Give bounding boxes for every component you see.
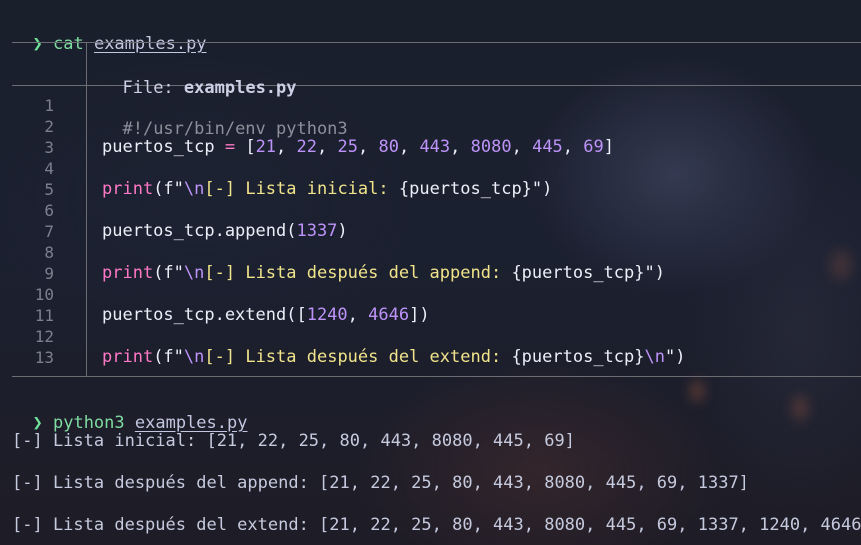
line-number: 8 xyxy=(44,243,54,262)
number-literal: 445 xyxy=(532,137,563,157)
paren-close: ) xyxy=(337,221,348,241)
code-line-7: puertos_tcp.append(1337) xyxy=(102,219,348,243)
line-number: 12 xyxy=(34,327,54,346)
line-number: 11 xyxy=(34,306,54,325)
number-literal: 8080 xyxy=(470,137,512,157)
number-literal: 69 xyxy=(583,137,604,157)
fstring-open: (f" xyxy=(153,263,184,283)
escape-newline: \n xyxy=(183,347,205,367)
code-line-11: puertos_tcp.extend([1240, 4646]) xyxy=(102,305,430,325)
string-literal: [-] Lista después del extend: xyxy=(204,347,512,367)
number-literal: 1337 xyxy=(296,221,338,241)
interpolation: {puertos_tcp} xyxy=(398,179,532,199)
fstring-close: ") xyxy=(664,347,686,367)
file-header: File: examples.py xyxy=(102,52,296,98)
prompt-line-python3: ❯ python3 examples.py xyxy=(12,387,247,433)
output-line: [-] Lista inicial: [21, 22, 25, 80, 443,… xyxy=(12,431,575,451)
line-number: 13 xyxy=(34,348,54,367)
line-number: 5 xyxy=(44,180,54,199)
bracket-close: ] xyxy=(603,137,615,157)
number-literal: 1240 xyxy=(306,305,348,325)
line-number: 7 xyxy=(44,222,54,241)
fstring-close: ") xyxy=(531,179,553,199)
prompt-arrow-icon: ❯ xyxy=(32,34,43,54)
command-name: cat xyxy=(52,34,84,54)
line-number: 3 xyxy=(44,138,54,157)
wallpaper-glow xyxy=(792,395,808,421)
code-line-9: print(f"\n[-] Lista después del append: … xyxy=(102,261,665,285)
frame-gutter-rule xyxy=(86,43,87,376)
code-line-5: print(f"\n[-] Lista inicial: {puertos_tc… xyxy=(102,177,552,201)
line-number: 1 xyxy=(44,96,54,115)
output-line: [-] Lista después del extend: [21, 22, 2… xyxy=(12,515,861,535)
wallpaper-glow xyxy=(690,380,704,402)
escape-newline: \n xyxy=(644,347,665,367)
frame-top-rule xyxy=(12,42,861,43)
number-literal: 22 xyxy=(296,137,318,157)
print-keyword: print xyxy=(102,179,154,199)
interpolation: {puertos_tcp} xyxy=(511,263,645,283)
number-literal: 21 xyxy=(255,137,277,157)
fstring-open: (f" xyxy=(153,347,184,367)
assign-operator: = xyxy=(224,137,236,157)
number-literal: 443 xyxy=(419,137,451,157)
number-literal: 4646 xyxy=(368,305,410,325)
interpolation: {puertos_tcp} xyxy=(511,347,645,367)
line-number: 6 xyxy=(44,201,54,220)
string-literal: [-] Lista inicial: xyxy=(204,179,399,199)
escape-newline: \n xyxy=(183,179,205,199)
fstring-open: (f" xyxy=(153,179,184,199)
frame-bottom-rule xyxy=(12,376,861,377)
code-line-13: print(f"\n[-] Lista después del extend: … xyxy=(102,345,685,369)
fstring-close: ") xyxy=(644,263,665,283)
line-number: 4 xyxy=(44,159,54,178)
prompt-line-cat: ❯ cat examples.py xyxy=(12,8,206,54)
print-keyword: print xyxy=(102,347,154,367)
number-literal: 25 xyxy=(337,137,358,157)
output-line: [-] Lista después del append: [21, 22, 2… xyxy=(12,473,749,493)
code-line-3: puertos_tcp = [21, 22, 25, 80, 443, 8080… xyxy=(102,137,615,157)
print-keyword: print xyxy=(102,263,154,283)
code-line-1: #!/usr/bin/env python3 xyxy=(102,93,347,139)
wallpaper-glow xyxy=(830,250,852,280)
method-call: puertos_tcp.extend([ xyxy=(102,305,307,325)
variable-name: puertos_tcp xyxy=(102,137,225,157)
method-call: puertos_tcp.append( xyxy=(102,221,297,241)
line-number: 10 xyxy=(34,285,54,304)
command-argument-file[interactable]: examples.py xyxy=(94,34,207,54)
escape-newline: \n xyxy=(183,263,205,283)
bracket-open: [ xyxy=(235,137,256,157)
number-literal: 80 xyxy=(378,137,399,157)
line-number: 2 xyxy=(44,117,54,136)
bracket-close: ]) xyxy=(409,305,430,325)
string-literal: [-] Lista después del append: xyxy=(204,263,512,283)
line-number: 9 xyxy=(44,264,54,283)
